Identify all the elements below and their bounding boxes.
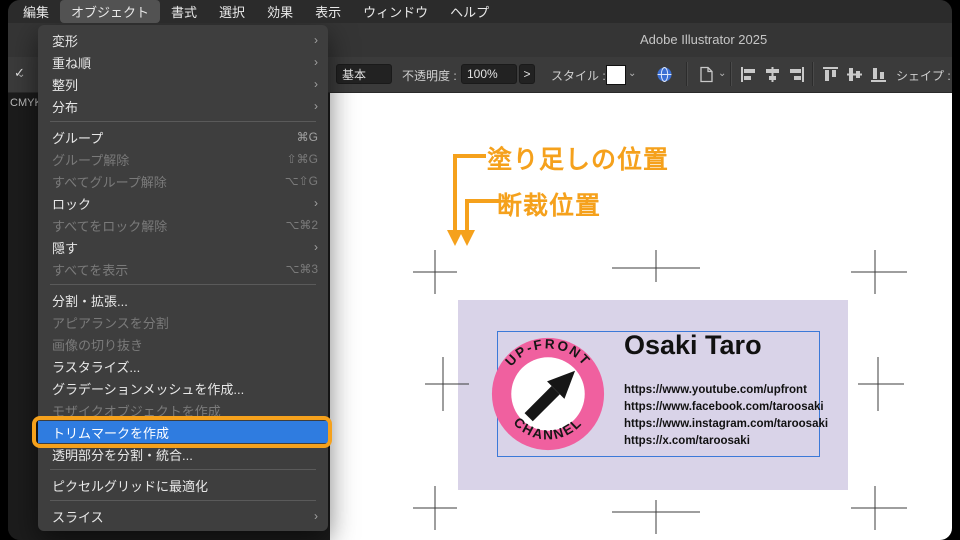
- toolbar-divider: [686, 62, 688, 86]
- menu-item-group[interactable]: グループ ⌘G: [38, 126, 328, 148]
- card-url: https://www.youtube.com/upfront: [624, 384, 807, 396]
- menubar-item-type[interactable]: 書式: [160, 0, 208, 23]
- menu-item-distribute[interactable]: 分布 ›: [38, 95, 328, 117]
- style-swatch[interactable]: [606, 65, 626, 85]
- appearance-preset-select[interactable]: 基本 ⌄: [336, 64, 392, 84]
- menu-item-expand[interactable]: 分割・拡張...: [38, 289, 328, 311]
- shape-label: シェイプ :: [896, 69, 951, 83]
- menu-item-expand-appearance: アピアランスを分割: [52, 315, 169, 331]
- menu-separator: [50, 500, 316, 501]
- submenu-arrow-icon: ›: [314, 509, 318, 523]
- business-card-bleed-area[interactable]: UP-FRONT CHANNEL Osaki Taro https://www.…: [458, 300, 848, 490]
- toolbar-divider: [812, 62, 814, 86]
- illustrator-window: 編集 オブジェクト 書式 選択 効果 表示 ウィンドウ ヘルプ Adobe Il…: [8, 0, 952, 540]
- menu-item-align[interactable]: 整列 ›: [38, 73, 328, 95]
- submenu-arrow-icon: ›: [314, 77, 318, 91]
- menubar-item-window[interactable]: ウィンドウ: [352, 0, 439, 23]
- align-bottom-icon[interactable]: [870, 66, 887, 83]
- new-document-icon[interactable]: [698, 66, 715, 83]
- shortcut-label: ⌥⌘2: [285, 218, 318, 232]
- up-front-channel-logo: UP-FRONT CHANNEL: [491, 336, 605, 451]
- submenu-arrow-icon: ›: [314, 55, 318, 69]
- publish-globe-icon[interactable]: [656, 66, 673, 83]
- submenu-arrow-icon: ›: [314, 240, 318, 254]
- menu-item-show-all: すべてを表示 ⌥⌘3: [52, 262, 318, 278]
- card-url-list: https://www.youtube.com/upfront https://…: [624, 382, 828, 450]
- align-center-horizontal-icon[interactable]: [764, 66, 781, 83]
- shortcut-label: ⌘G: [296, 130, 318, 144]
- menubar-item-help[interactable]: ヘルプ: [439, 0, 500, 23]
- opacity-label: 不透明度 :: [402, 69, 457, 83]
- bleed-position-callout: 塗り足しの位置: [487, 146, 670, 174]
- menu-item-create-trim-marks[interactable]: トリムマークを作成: [38, 421, 328, 443]
- submenu-arrow-icon: ›: [314, 99, 318, 113]
- chevron-down-icon[interactable]: ⌄: [718, 68, 726, 79]
- menu-separator: [50, 121, 316, 122]
- shortcut-label: ⇧⌘G: [286, 152, 318, 166]
- selection-check-icon[interactable]: ✓ ⌄: [14, 65, 25, 80]
- trim-position-callout: 断裁位置: [497, 192, 602, 220]
- menu-bar: 編集 オブジェクト 書式 選択 効果 表示 ウィンドウ ヘルプ: [8, 0, 952, 23]
- card-url: https://www.instagram.com/taroosaki: [624, 418, 829, 430]
- menu-item-ungroup-all: すべてグループ解除 ⌥⇧G: [52, 174, 318, 190]
- menu-item-slice[interactable]: スライス ›: [38, 505, 328, 527]
- submenu-arrow-icon: ›: [314, 196, 318, 210]
- menu-item-ungroup: グループ解除 ⇧⌘G: [52, 152, 318, 168]
- menubar-item-object[interactable]: オブジェクト: [60, 0, 161, 23]
- card-url: https://www.facebook.com/taroosaki: [624, 401, 824, 413]
- shortcut-label: ⌥⌘3: [285, 262, 318, 276]
- align-middle-vertical-icon[interactable]: [846, 66, 863, 83]
- align-right-icon[interactable]: [788, 66, 805, 83]
- menubar-item-effect[interactable]: 効果: [256, 0, 304, 23]
- object-menu-dropdown: 変形 › 重ね順 › 整列 › 分布 › グループ ⌘G グループ解除 ⇧⌘G すべてグルー…: [38, 25, 328, 531]
- menu-item-rasterize[interactable]: ラスタライズ...: [38, 355, 328, 377]
- chevron-down-icon: ⌄: [342, 68, 351, 80]
- menu-item-unlock-all: すべてをロック解除 ⌥⌘2: [52, 218, 318, 234]
- menu-item-arrange[interactable]: 重ね順 ›: [38, 51, 328, 73]
- menu-separator: [50, 469, 316, 470]
- toolbar-divider: [730, 62, 732, 86]
- opacity-value: 100%: [467, 67, 498, 81]
- align-top-icon[interactable]: [822, 66, 839, 83]
- shortcut-label: ⌥⇧G: [284, 174, 318, 188]
- menubar-item-edit[interactable]: 編集: [12, 0, 60, 23]
- opacity-options-button[interactable]: >: [519, 64, 535, 84]
- menu-item-flatten-transparency[interactable]: 透明部分を分割・統合...: [38, 443, 328, 465]
- more-icon: >: [523, 67, 531, 81]
- menu-item-create-gradient-mesh[interactable]: グラデーションメッシュを作成...: [38, 377, 328, 399]
- card-name: Osaki Taro: [624, 330, 762, 360]
- opacity-input[interactable]: 100%: [461, 64, 517, 84]
- align-left-icon[interactable]: [740, 66, 757, 83]
- menu-item-hide[interactable]: 隠す ›: [38, 236, 328, 258]
- menu-item-lock[interactable]: ロック ›: [38, 192, 328, 214]
- menubar-item-view[interactable]: 表示: [304, 0, 352, 23]
- menu-item-create-object-mosaic: モザイクオブジェクトを作成: [52, 403, 221, 419]
- submenu-arrow-icon: ›: [314, 33, 318, 47]
- menu-item-make-pixel-perfect[interactable]: ピクセルグリッドに最適化: [38, 474, 328, 496]
- menu-item-transform[interactable]: 変形 ›: [38, 29, 328, 51]
- chevron-down-icon[interactable]: ⌄: [628, 68, 636, 79]
- menubar-item-select[interactable]: 選択: [208, 0, 256, 23]
- check-icon: ✓: [14, 65, 25, 80]
- style-label: スタイル :: [551, 69, 606, 83]
- menu-item-crop-image: 画像の切り抜き: [52, 337, 144, 353]
- app-title: Adobe Illustrator 2025: [640, 32, 768, 47]
- menu-separator: [50, 284, 316, 285]
- card-url: https://x.com/taroosaki: [624, 435, 750, 447]
